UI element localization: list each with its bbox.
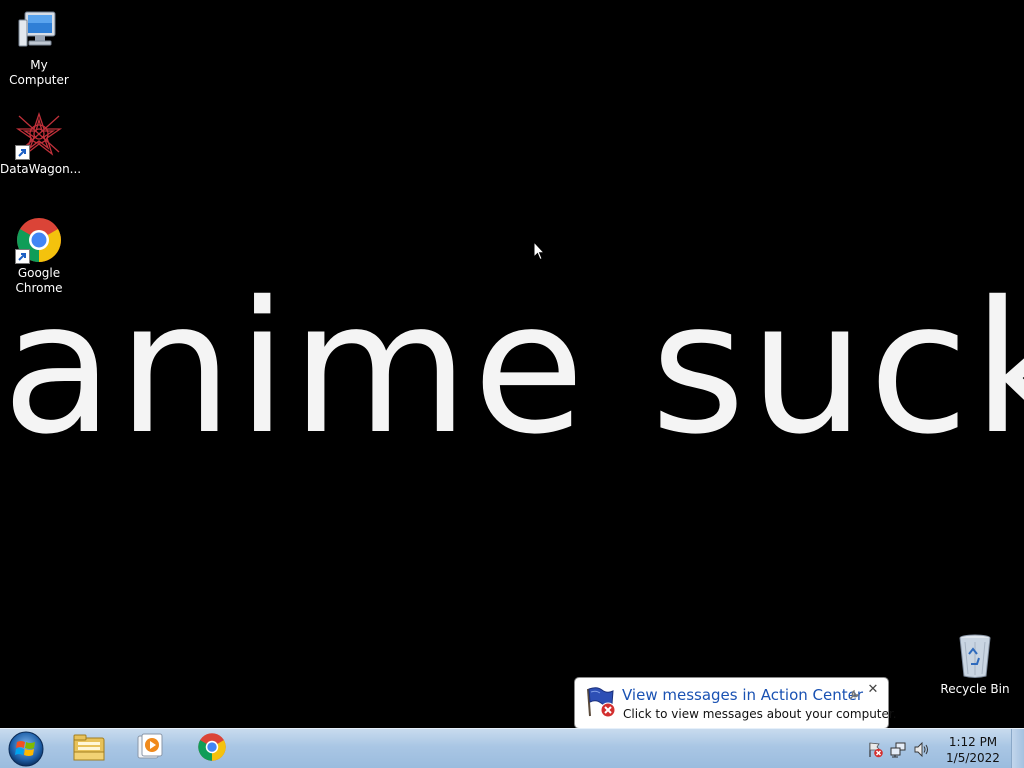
computer-icon [15,8,63,56]
desktop-icon-my-computer[interactable]: My Computer [0,8,78,88]
desktop-icon-datawagon[interactable]: DataWagon... [0,112,82,177]
taskbar-windows-explorer[interactable] [61,731,117,767]
clock-date: 1/5/2022 [946,751,1000,765]
volume-icon[interactable] [913,741,930,758]
datawagon-icon [15,112,63,160]
notification-title[interactable]: View messages in Action Center [622,686,863,704]
shortcut-arrow-icon [15,145,30,160]
wallpaper-text: anime sucks [2,268,1024,468]
wrench-icon[interactable] [848,686,860,700]
desktop-icon-label: Google Chrome [15,266,63,295]
network-icon[interactable] [890,741,907,758]
recycle-bin-icon [951,632,999,680]
windows-start-icon[interactable] [5,730,47,768]
clock-time: 1:12 PM [948,735,998,749]
chrome-icon [15,216,63,264]
desktop-icon-label: My Computer [9,58,69,87]
action-center-notification[interactable]: View messages in Action Center Click to … [574,677,897,740]
wallpaper: anime sucks [0,268,1024,468]
taskbar: 1:12 PM 1/5/2022 [0,728,1024,768]
mouse-pointer-icon [533,240,546,261]
show-desktop-button[interactable] [1011,729,1024,768]
shortcut-arrow-icon [15,249,30,264]
desktop-icon-recycle-bin[interactable]: Recycle Bin [936,632,1014,697]
taskbar-google-chrome[interactable] [184,731,240,767]
taskbar-media-player[interactable] [122,731,178,767]
folder-icon [72,732,106,766]
notification-body: Click to view messages about your comput… [623,707,897,721]
desktop-icon-label: DataWagon... [0,162,82,176]
media-player-icon [135,732,165,766]
chrome-icon [197,732,227,766]
system-clock[interactable]: 1:12 PM 1/5/2022 [938,734,1008,766]
close-icon[interactable]: ✕ [866,683,880,697]
desktop-icon-google-chrome[interactable]: Google Chrome [0,216,78,296]
action-center-flag-icon [584,686,618,718]
desktop-icon-label: Recycle Bin [940,682,1010,696]
action-center-flag-icon[interactable] [867,741,884,758]
